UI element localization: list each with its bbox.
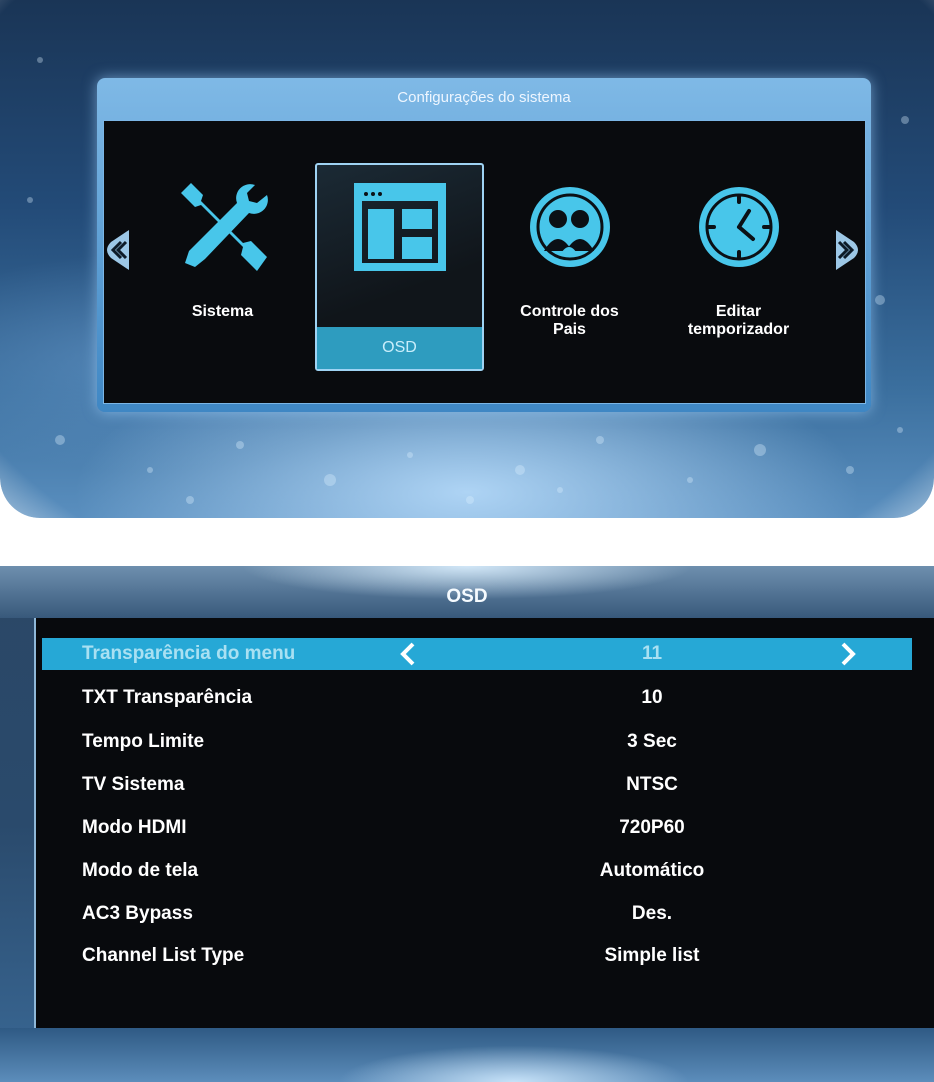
menu-item-sistema-label: Sistema <box>191 303 254 320</box>
label-line-2: Pais <box>553 321 586 338</box>
row-label: Tempo Limite <box>82 731 205 752</box>
chevron-right-icon[interactable] <box>840 642 856 666</box>
osd-row-channel-list-type[interactable]: Channel List Type Simple list <box>42 937 912 975</box>
menu-item-controle-dos-pais[interactable]: Controle dos Pais <box>487 165 652 368</box>
osd-row-tempo-limite[interactable]: Tempo Limite 3 Sec <box>42 723 912 761</box>
system-menu-title: Configurações do sistema <box>397 89 571 106</box>
system-settings-screen: Configurações do sistema Sistema OSD Con… <box>0 0 934 518</box>
row-value: NTSC <box>626 774 678 795</box>
row-value: Des. <box>631 903 673 924</box>
parental-control-icon <box>529 187 610 267</box>
row-value: 11 <box>641 643 663 664</box>
tools-icon <box>180 183 268 271</box>
chevron-right-icon[interactable] <box>836 230 862 270</box>
label-line-2: temporizador <box>687 321 790 338</box>
menu-item-controle-dos-pais-label: Controle dos Pais <box>487 303 652 339</box>
osd-footer <box>0 1028 934 1082</box>
label-line-1: Editar <box>715 303 762 320</box>
row-value: 10 <box>641 687 663 708</box>
osd-row-modo-de-tela[interactable]: Modo de tela Automático <box>42 852 912 890</box>
row-label: TV Sistema <box>82 774 185 795</box>
osd-row-transparencia-do-menu[interactable]: Transparência do menu 11 <box>42 638 912 670</box>
row-value: Automático <box>599 860 705 881</box>
osd-title: OSD <box>0 566 934 618</box>
row-label: TXT Transparência <box>82 687 253 708</box>
osd-row-tv-sistema[interactable]: TV Sistema NTSC <box>42 766 912 804</box>
clock-icon <box>698 187 779 267</box>
menu-item-osd[interactable]: OSD <box>315 163 484 371</box>
menu-item-osd-label: OSD <box>382 339 417 356</box>
osd-settings-screen: OSD Transparência do menu 11 TXT Transpa… <box>0 566 934 1082</box>
menu-item-editar-temporizador-label: Editar temporizador <box>656 303 821 339</box>
chevron-left-icon[interactable] <box>103 230 129 270</box>
osd-row-txt-transparencia[interactable]: TXT Transparência 10 <box>42 679 912 717</box>
label-line-1: Controle dos <box>520 303 619 320</box>
row-value: 720P60 <box>619 817 685 838</box>
menu-item-editar-temporizador[interactable]: Editar temporizador <box>656 165 821 368</box>
row-value: 3 Sec <box>627 731 677 752</box>
row-value: Simple list <box>604 945 700 966</box>
chevron-left-icon[interactable] <box>400 642 416 666</box>
window-layout-icon <box>353 183 446 271</box>
osd-row-modo-hdmi[interactable]: Modo HDMI 720P60 <box>42 809 912 847</box>
row-label: Modo HDMI <box>82 817 187 838</box>
menu-item-sistema[interactable]: Sistema <box>140 165 305 368</box>
row-label: Channel List Type <box>82 945 245 966</box>
row-label: Modo de tela <box>82 860 199 881</box>
row-label: Transparência do menu <box>82 643 296 664</box>
row-label: AC3 Bypass <box>82 903 193 924</box>
osd-row-ac3-bypass[interactable]: AC3 Bypass Des. <box>42 895 912 933</box>
